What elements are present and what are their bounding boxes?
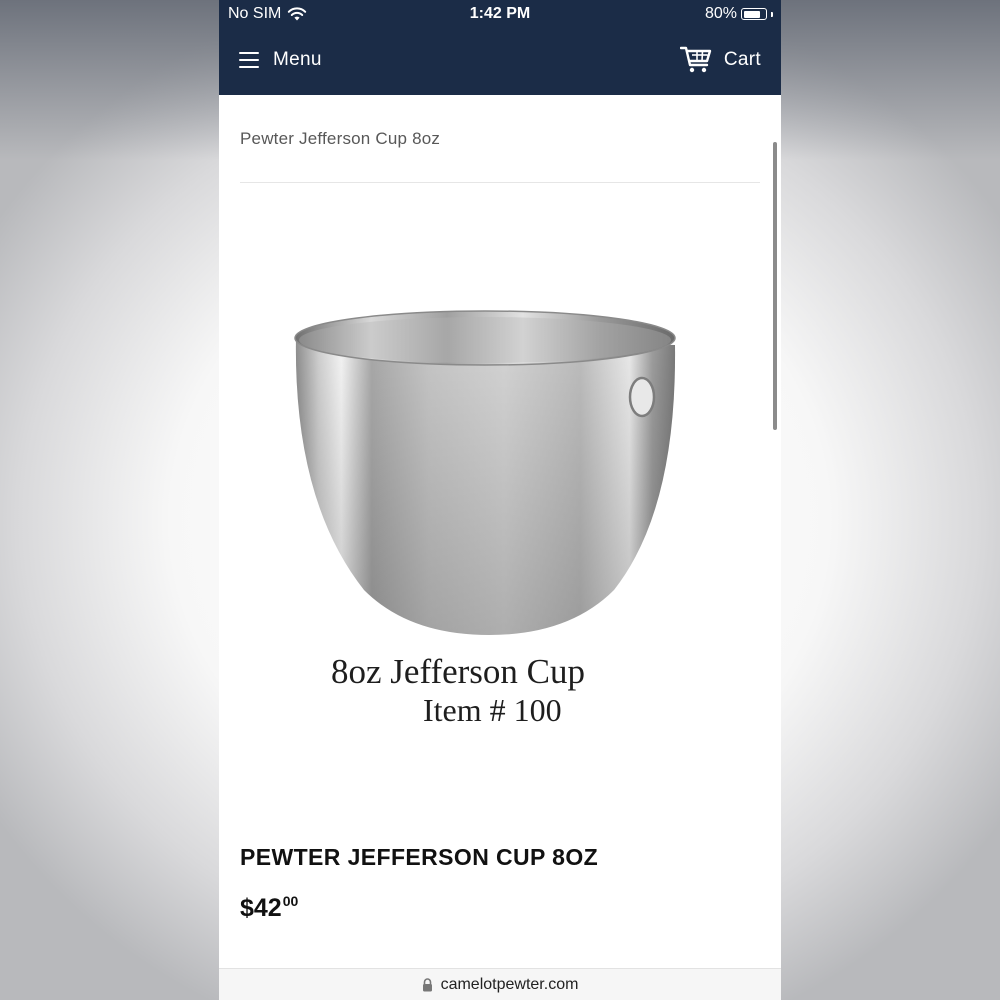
product-title: PEWTER JEFFERSON CUP 8OZ [240, 844, 599, 870]
price-cents: 00 [282, 893, 299, 909]
browser-url-bar[interactable]: camelotpewter.com [219, 968, 781, 1000]
image-caption-line1: 8oz Jefferson Cup [331, 652, 586, 691]
phone-screen: No SIM 1:42 PM 80% Menu Cart Pewter Jeff… [219, 0, 781, 1000]
site-header: Menu Cart [219, 30, 781, 95]
battery-fill [743, 10, 761, 18]
battery-cap [771, 11, 773, 17]
cart-button[interactable]: Cart [679, 46, 761, 74]
price-dollars: $42 [240, 894, 282, 922]
divider [240, 182, 760, 183]
battery-icon [741, 8, 767, 20]
cart-label: Cart [723, 49, 761, 70]
status-time: 1:42 PM [469, 5, 531, 22]
url-text: camelotpewter.com [440, 975, 579, 993]
battery-percent: 80% [704, 5, 737, 22]
scrollbar[interactable] [773, 142, 777, 430]
menu-button[interactable]: Menu [239, 49, 322, 71]
status-battery-group: 80% [705, 5, 773, 23]
menu-label: Menu [273, 49, 322, 70]
product-price: $4200 [240, 893, 298, 923]
lock-icon [422, 977, 432, 991]
hamburger-icon [239, 52, 259, 68]
image-caption-line2: Item # 100 [423, 692, 562, 728]
cart-icon [679, 46, 712, 73]
breadcrumb[interactable]: Pewter Jefferson Cup 8oz [240, 129, 440, 149]
status-bar: No SIM 1:42 PM 80% [219, 0, 781, 30]
